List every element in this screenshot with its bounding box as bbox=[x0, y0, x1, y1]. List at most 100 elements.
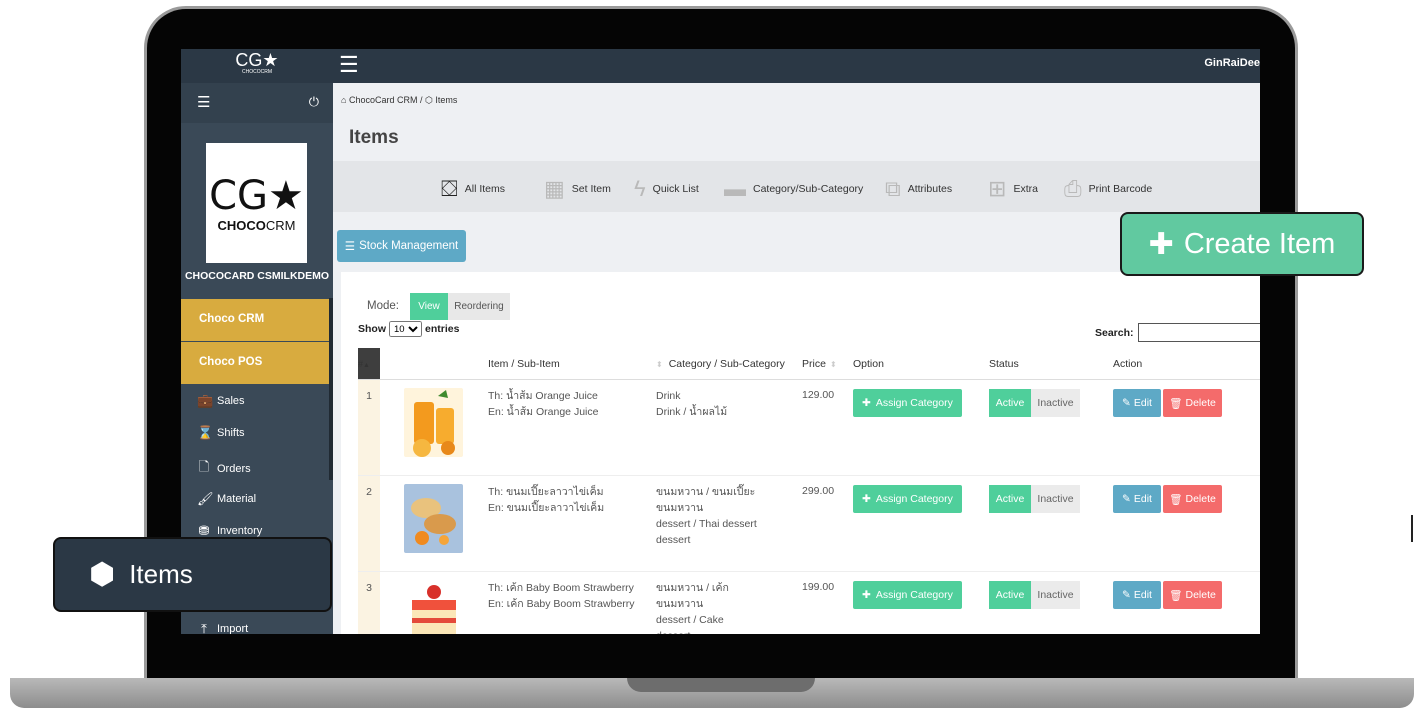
hamburger-menu-icon[interactable]: ☰ bbox=[339, 52, 359, 78]
status-inactive-toggle[interactable]: Inactive bbox=[1031, 389, 1080, 417]
create-item-callout[interactable]: ✚ Create Item bbox=[1120, 212, 1364, 276]
row-index: 1 bbox=[358, 379, 380, 476]
table-row: 3 Th: เค้ก Baby Boom Strawberry En: เค้ก… bbox=[358, 571, 1260, 634]
plus-icon: ✚ bbox=[862, 493, 871, 505]
breadcrumb-home[interactable]: ChocoCard CRM bbox=[349, 95, 418, 105]
plus-icon: ✚ bbox=[862, 589, 871, 601]
user-name[interactable]: GinRaiDee bbox=[1204, 57, 1260, 69]
edit-button[interactable]: ✎ Edit bbox=[1113, 485, 1161, 513]
status-inactive-toggle[interactable]: Inactive bbox=[1031, 485, 1080, 513]
brush-icon: 🖌 bbox=[197, 491, 214, 506]
item-name-en: En: ขนมเปี๊ยะลาวาไข่เค็ม bbox=[488, 502, 605, 514]
status-inactive-toggle[interactable]: Inactive bbox=[1031, 581, 1080, 609]
app-screen: CG★ CHOCOCRM ☰ GinRaiDee ☰ ⏻ CG★ CHOCOCR… bbox=[181, 49, 1260, 634]
header-index[interactable]: #▲ bbox=[358, 348, 380, 380]
delete-button[interactable]: 🗑 Delete bbox=[1163, 581, 1222, 609]
category-line: ขนมหวาน / เค้ก bbox=[656, 582, 729, 594]
toolbar-label: Category/Sub-Category bbox=[753, 183, 864, 195]
mode-view-button[interactable]: View bbox=[410, 293, 448, 320]
app-logo[interactable]: CG★ CHOCOCRM bbox=[233, 51, 281, 81]
sidebar-item-material[interactable]: 🖌 Material bbox=[197, 491, 256, 507]
row-categories: ขนมหวาน / ขนมเปี๊ยะ ขนมหวาน dessert / Th… bbox=[656, 475, 802, 572]
sidebar-item-shifts[interactable]: ⌛ Shifts bbox=[197, 425, 245, 441]
create-item-label: Create Item bbox=[1183, 227, 1336, 260]
edit-button[interactable]: ✎ Edit bbox=[1113, 389, 1161, 417]
category-line: Drink / น้ำผลไม้ bbox=[656, 406, 728, 418]
stock-management-button[interactable]: ☰ Stock Management bbox=[337, 230, 466, 262]
sidebar-item-orders[interactable]: 🗋 Orders bbox=[197, 458, 251, 480]
header-item[interactable]: Item / Sub-Item bbox=[488, 348, 656, 380]
row-price: 299.00 bbox=[802, 475, 853, 572]
grid-icon: ▦ bbox=[544, 176, 565, 201]
entries-select[interactable]: 10 bbox=[389, 321, 422, 337]
file-icon: 🗋 bbox=[198, 459, 210, 474]
category-line: dessert / Cake bbox=[656, 614, 724, 626]
header-category[interactable]: ⬍ Category / Sub-Category bbox=[656, 348, 802, 380]
row-index: 3 bbox=[358, 571, 380, 634]
cube-icon: ⬡ bbox=[425, 95, 433, 105]
row-price: 129.00 bbox=[802, 379, 853, 476]
assign-category-button[interactable]: ✚ Assign Category bbox=[853, 581, 962, 609]
sort-icon: ⬍ bbox=[829, 359, 837, 369]
toolbar-print-barcode[interactable]: ⎙ Print Barcode bbox=[1064, 176, 1152, 202]
breadcrumb-current[interactable]: Items bbox=[435, 95, 457, 105]
assign-category-button[interactable]: ✚ Assign Category bbox=[853, 389, 962, 417]
row-names: Th: น้ำส้ม Orange Juice En: น้ำส้ม Orang… bbox=[488, 379, 656, 476]
sidebar-item-choco-pos[interactable]: Choco POS bbox=[181, 342, 331, 384]
row-option: ✚ Assign Category bbox=[853, 379, 989, 476]
breadcrumb-separator: / bbox=[420, 95, 423, 105]
sidebar-item-sales[interactable]: 💼 Sales bbox=[197, 393, 245, 409]
menu-toggle-icon[interactable]: ☰ bbox=[197, 93, 210, 111]
toolbar-label: Attributes bbox=[907, 183, 953, 195]
mode-reorder-button[interactable]: Reordering bbox=[448, 293, 510, 320]
category-line: dessert / Thai dessert bbox=[656, 518, 757, 530]
status-active-toggle[interactable]: Active bbox=[989, 581, 1031, 609]
items-callout[interactable]: ⬢ Items bbox=[53, 537, 332, 612]
status-active-toggle[interactable]: Active bbox=[989, 485, 1031, 513]
toolbar-set-item[interactable]: ▦ Set Item bbox=[544, 176, 611, 202]
cube-icon: ⬢ bbox=[89, 558, 116, 591]
header-action: Action bbox=[1113, 348, 1260, 380]
sidebar-item-import[interactable]: ⤒ Import bbox=[197, 621, 248, 634]
mode-label: Mode: bbox=[367, 300, 399, 312]
toolbar-all-items[interactable]: ⛋ All Items bbox=[441, 176, 505, 202]
edit-button[interactable]: ✎ Edit bbox=[1113, 581, 1161, 609]
delete-button[interactable]: 🗑 Delete bbox=[1163, 485, 1222, 513]
table-row: 2 Th: ขนมเปี๊ยะลาวาไข่เค็ม En: ขนมเปี๊ยะ… bbox=[358, 475, 1260, 572]
stock-management-label: Stock Management bbox=[359, 240, 459, 252]
status-active-toggle[interactable]: Active bbox=[989, 389, 1031, 417]
items-callout-label: Items bbox=[129, 559, 193, 589]
main-content: ⌂ ChocoCard CRM / ⬡ Items Items ⛋ All It… bbox=[333, 83, 1260, 634]
item-name-th: Th: น้ำส้ม Orange Juice bbox=[488, 390, 598, 402]
delete-button[interactable]: 🗑 Delete bbox=[1163, 389, 1222, 417]
header-price[interactable]: Price ⬍ bbox=[802, 348, 853, 380]
power-icon[interactable]: ⏻ bbox=[309, 94, 319, 110]
crop-icon: ⧉ bbox=[885, 176, 901, 201]
search-input[interactable] bbox=[1137, 323, 1260, 342]
item-name-th: Th: ขนมเปี๊ยะลาวาไข่เค็ม bbox=[488, 486, 604, 498]
orange-juice-image bbox=[404, 388, 463, 457]
logo-mark-large: CG★ bbox=[209, 172, 304, 219]
row-image-cell bbox=[380, 475, 488, 572]
trash-icon: 🗑 bbox=[1169, 589, 1183, 602]
row-actions: ✎ Edit 🗑 Delete bbox=[1113, 475, 1260, 572]
toolbar-attributes[interactable]: ⧉ Attributes bbox=[885, 176, 952, 202]
toolbar-label: Quick List bbox=[652, 183, 699, 195]
toolbar-extra[interactable]: ⊞ Extra bbox=[988, 176, 1038, 202]
row-names: Th: เค้ก Baby Boom Strawberry En: เค้ก B… bbox=[488, 571, 656, 634]
row-status: Active Inactive bbox=[989, 571, 1113, 634]
cubes-icon: ⛋ bbox=[441, 176, 458, 201]
sidebar-item-choco-crm[interactable]: Choco CRM bbox=[181, 299, 331, 341]
sidebar-item-label: Orders bbox=[217, 463, 251, 475]
upload-icon: ⤒ bbox=[201, 621, 207, 634]
hourglass-icon: ⌛ bbox=[197, 425, 214, 440]
toolbar-quick-list[interactable]: ϟ Quick List bbox=[634, 176, 699, 202]
row-actions: ✎ Edit 🗑 Delete bbox=[1113, 379, 1260, 476]
row-image-cell bbox=[380, 571, 488, 634]
table-search: Search: bbox=[1095, 323, 1260, 342]
toolbar-category[interactable]: ▬ Category/Sub-Category bbox=[724, 176, 863, 202]
show-entries: Show 10 entries bbox=[358, 321, 459, 337]
row-image-cell bbox=[380, 379, 488, 476]
assign-category-button[interactable]: ✚ Assign Category bbox=[853, 485, 962, 513]
plus-square-icon: ⊞ bbox=[988, 176, 1007, 201]
